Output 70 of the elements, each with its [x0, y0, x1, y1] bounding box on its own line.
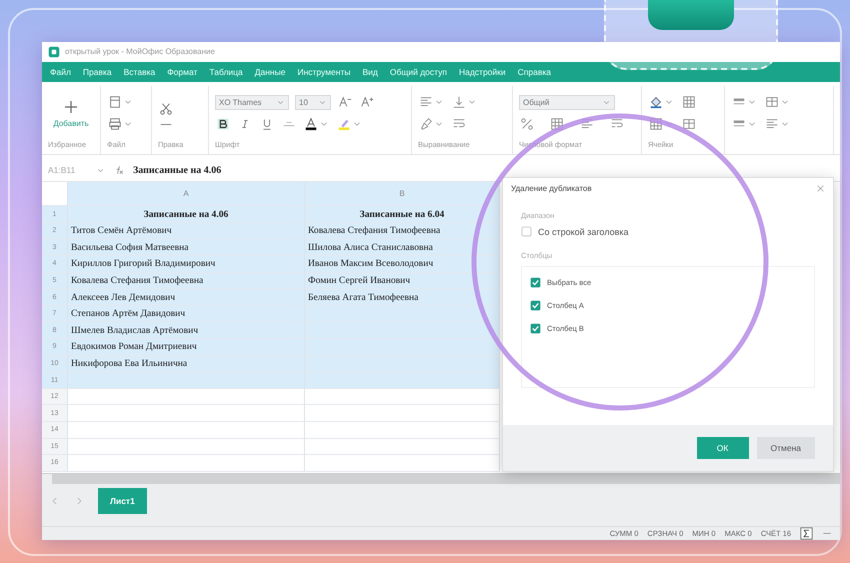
table-cell: Васильева София Матвеевна	[68, 239, 305, 256]
table-cell: Титов Семён Артёмович	[68, 222, 305, 240]
menu-item[interactable]: Инструменты	[297, 66, 350, 77]
function-icon	[800, 527, 813, 540]
menu-item[interactable]: Общий доступ	[390, 66, 447, 77]
clear-format-icon	[419, 117, 433, 132]
decrease-font-icon	[338, 95, 352, 110]
table-cell: Никифорова Ева Ильинична	[68, 356, 305, 372]
checkbox-icon[interactable]	[521, 226, 532, 237]
table-cell: Шилова Алиса Станиславовна	[305, 239, 500, 256]
checkbox-option[interactable]: Со строкой заголовка	[521, 226, 815, 237]
save-icon	[108, 95, 122, 110]
column-header[interactable]: B	[305, 182, 500, 206]
borders-icon	[682, 95, 696, 110]
menu-item[interactable]: Надстройки	[458, 66, 506, 77]
print-icon	[108, 117, 122, 132]
formula-content[interactable]: Записанные на 4.06	[133, 164, 222, 176]
sheet-tab[interactable]: Лист1	[98, 488, 147, 514]
percent-button[interactable]	[519, 116, 535, 132]
table-cell: Степанов Артём Давидович	[68, 306, 305, 322]
font-size-field[interactable]: 10	[295, 94, 331, 110]
table-cell: Кириллов Григорий Владимирович	[68, 256, 305, 273]
table-cell: Евдокимов Роман Дмитриевич	[68, 339, 305, 356]
table-cell: Ковалева Стефания Тимофеевна	[305, 222, 500, 240]
table-cell: Фомин Сергей Иванович	[305, 272, 500, 290]
table-cell: Ковалева Стефания Тимофеевна	[68, 272, 305, 290]
increase-font-icon	[360, 95, 374, 110]
number-format-field[interactable]: Общий	[519, 94, 615, 110]
menu-item[interactable]: Файл	[50, 66, 71, 77]
cut-button[interactable]	[158, 100, 174, 117]
menu-item[interactable]: Формат	[167, 66, 198, 77]
table-cell: Записанные на 6.04	[305, 206, 500, 223]
menu-item[interactable]: Данные	[254, 66, 286, 77]
table-cell: Иванов Максим Всеволодович	[305, 256, 500, 273]
table-cell: Записанные на 4.06	[68, 206, 305, 223]
highlight-icon	[337, 117, 351, 132]
checkbox-icon[interactable]	[530, 300, 541, 311]
font-name-field[interactable]: XO Thames	[215, 94, 289, 110]
menu-item[interactable]: Правка	[82, 66, 112, 77]
column-header[interactable]: A	[68, 182, 305, 206]
close-icon	[816, 184, 825, 193]
window-title: открытый урок - МойОфис Образование	[65, 47, 215, 56]
borders-button[interactable]	[681, 94, 697, 110]
table-cell: Шмелев Владислав Артёмович	[68, 322, 305, 340]
cancel-button[interactable]: Отмена	[756, 437, 815, 459]
checkbox-icon[interactable]	[530, 277, 541, 288]
plus-icon	[63, 98, 79, 115]
app-logo-icon	[48, 46, 60, 58]
bold-icon	[216, 117, 230, 132]
dialog-title: Удаление дубликатов	[511, 184, 592, 193]
menu-item[interactable]: Таблица	[209, 66, 243, 77]
table-cell: Беляева Агата Тимофеевна	[305, 289, 500, 306]
add-button[interactable]: Добавить	[48, 96, 94, 130]
text-color-icon	[304, 117, 318, 132]
ok-button[interactable]: ОК	[696, 437, 748, 459]
menu-item[interactable]: Справка	[518, 66, 551, 77]
fill-color-icon	[649, 95, 663, 110]
app-icon	[648, 0, 734, 30]
menu-item[interactable]: Вид	[362, 66, 378, 77]
table-cell: Алексеев Лев Демидович	[68, 289, 305, 306]
cut-icon	[159, 102, 173, 116]
vertical-align-icon	[452, 95, 466, 110]
table-icon	[765, 95, 779, 110]
close-button[interactable]	[816, 184, 825, 193]
bold-button[interactable]	[215, 116, 231, 132]
checkbox-icon[interactable]	[530, 323, 541, 334]
cell-reference[interactable]: A1:B11	[48, 165, 88, 176]
horizontal-scrollbar[interactable]	[52, 474, 840, 484]
menu-item[interactable]: Вставка	[124, 66, 156, 77]
percent-icon	[520, 116, 534, 131]
